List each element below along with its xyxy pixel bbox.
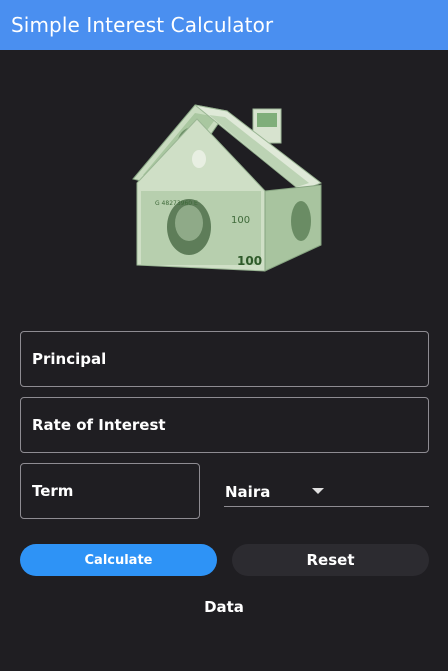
rate-of-interest-input[interactable] xyxy=(21,398,428,452)
svg-text:100: 100 xyxy=(231,215,250,226)
term-input[interactable] xyxy=(21,464,199,518)
result-text: Data xyxy=(204,598,244,616)
currency-selected-value: Naira xyxy=(225,483,271,501)
reset-button[interactable]: Reset xyxy=(232,544,429,576)
money-house-image: 100 100 G 48273960 E xyxy=(132,104,323,272)
app-title: Simple Interest Calculator xyxy=(11,13,274,37)
principal-input[interactable] xyxy=(21,332,428,386)
principal-field[interactable] xyxy=(20,331,429,387)
app-bar: Simple Interest Calculator xyxy=(0,0,448,50)
calculate-button[interactable]: Calculate xyxy=(20,544,217,576)
term-field[interactable] xyxy=(20,463,200,519)
rate-of-interest-field[interactable] xyxy=(20,397,429,453)
dropdown-arrow-icon xyxy=(312,488,324,494)
currency-dropdown[interactable]: Naira xyxy=(224,478,429,507)
svg-text:100: 100 xyxy=(237,254,262,268)
svg-text:G 48273960 E: G 48273960 E xyxy=(155,200,198,207)
